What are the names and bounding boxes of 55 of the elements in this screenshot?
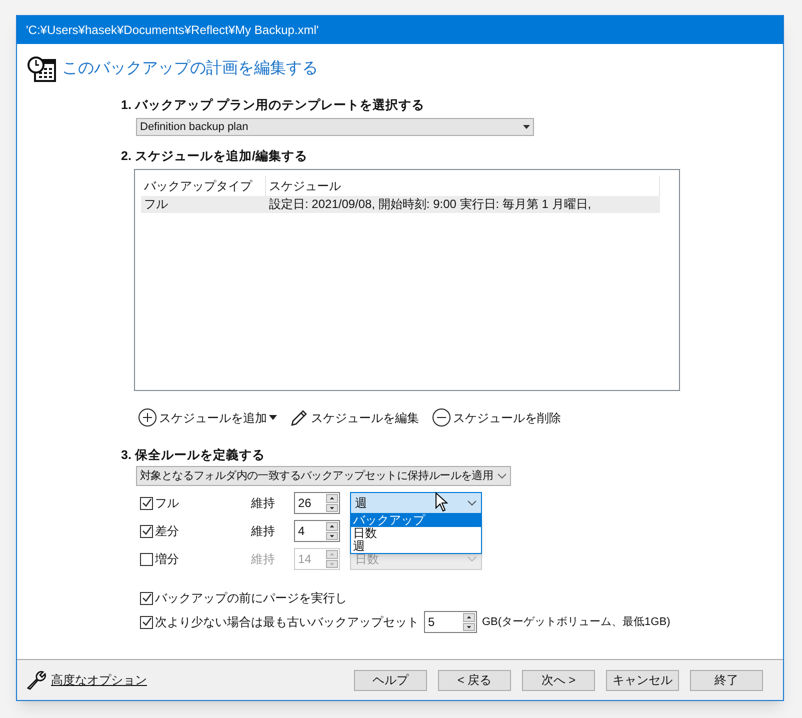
number-spinner[interactable]: 26 xyxy=(294,492,340,514)
spin-down-icon[interactable] xyxy=(326,504,338,512)
footer-button[interactable]: ヘルプ xyxy=(354,670,427,690)
checkbox[interactable] xyxy=(140,616,153,629)
spin-down-icon[interactable] xyxy=(463,622,475,632)
window-title: 'C:¥Users¥hasek¥Documents¥Reflect¥My Backup.xml' xyxy=(26,22,319,39)
section-title: 3. 保全ルールを定義する xyxy=(121,446,266,464)
template-select[interactable]: Definition backup plan xyxy=(136,118,534,136)
wrench-icon xyxy=(26,669,48,691)
footer-button[interactable]: キャンセル xyxy=(606,670,679,690)
dropdown-option[interactable]: 日数 xyxy=(351,527,481,540)
footer-button[interactable]: < 戻る xyxy=(438,670,511,690)
chevron-down-icon xyxy=(467,556,477,562)
minus-circle-icon xyxy=(432,408,451,427)
toolbar-button[interactable]: スケジュールを編集 xyxy=(289,408,432,428)
dropdown-arrow-icon xyxy=(523,124,530,129)
dropdown-option[interactable]: バックアップ xyxy=(351,514,481,528)
spin-up-icon[interactable] xyxy=(326,494,338,503)
rule-label: フル xyxy=(155,495,179,512)
spin-up-icon[interactable] xyxy=(326,522,338,531)
keep-label: 維持 xyxy=(251,551,276,568)
rule-label: 増分 xyxy=(155,551,179,568)
toolbar-button[interactable]: スケジュールを削除 xyxy=(432,408,561,427)
spin-up-icon[interactable] xyxy=(463,613,475,622)
footer-button[interactable]: 終了 xyxy=(690,670,763,690)
advanced-options-link[interactable]: 高度なオプション xyxy=(51,671,147,689)
chevron-down-icon xyxy=(497,473,508,480)
chevron-down-icon xyxy=(467,500,477,506)
toolbar-button[interactable]: スケジュールを追加 xyxy=(138,408,289,427)
keep-label: 維持 xyxy=(251,523,276,540)
plus-circle-icon xyxy=(138,408,157,427)
checkbox[interactable] xyxy=(140,592,153,605)
clock-calendar-icon xyxy=(27,56,57,82)
number-spinner[interactable]: 4 xyxy=(294,520,340,542)
checkbox[interactable] xyxy=(140,496,153,510)
policy-select[interactable]: 対象となるフォルダ内の一致するバックアップセットに保持ルールを適用 xyxy=(136,466,512,486)
footer-button[interactable]: 次へ > xyxy=(522,670,595,690)
number-spinner[interactable]: 5 xyxy=(424,611,477,634)
space-suffix: GB(ターゲットボリューム、最低1GB) xyxy=(482,615,670,630)
table-row[interactable]: フル 設定日: 2021/09/08, 開始時刻: 9:00 実行日: 毎月第 1 月曜日, xyxy=(141,196,660,212)
dropdown-arrow-icon xyxy=(269,415,277,420)
checkbox[interactable] xyxy=(140,524,153,538)
section-title: 2. スケジュールを追加/編集する xyxy=(121,148,308,165)
purge-label: バックアップの前にパージを実行し xyxy=(155,590,347,608)
unit-select[interactable]: 週 xyxy=(350,492,482,514)
table-cell-text: 設定日: 2021/09/08, 開始時刻: 9:00 実行日: 毎月第 1 月曜日, xyxy=(268,196,592,212)
spin-down-icon[interactable] xyxy=(326,532,338,540)
rule-label: 差分 xyxy=(155,523,179,540)
keep-label: 維持 xyxy=(251,495,276,512)
checkbox[interactable] xyxy=(140,552,153,566)
page-heading: このバックアップの計画を編集する xyxy=(62,58,318,79)
section-title: 1. バックアップ プラン用のテンプレートを選択する xyxy=(121,97,426,114)
table-cell-text: フル xyxy=(143,196,169,212)
space-label: 次より少ない場合は最も古いバックアップセット xyxy=(155,614,419,632)
pencil-icon xyxy=(289,408,309,428)
